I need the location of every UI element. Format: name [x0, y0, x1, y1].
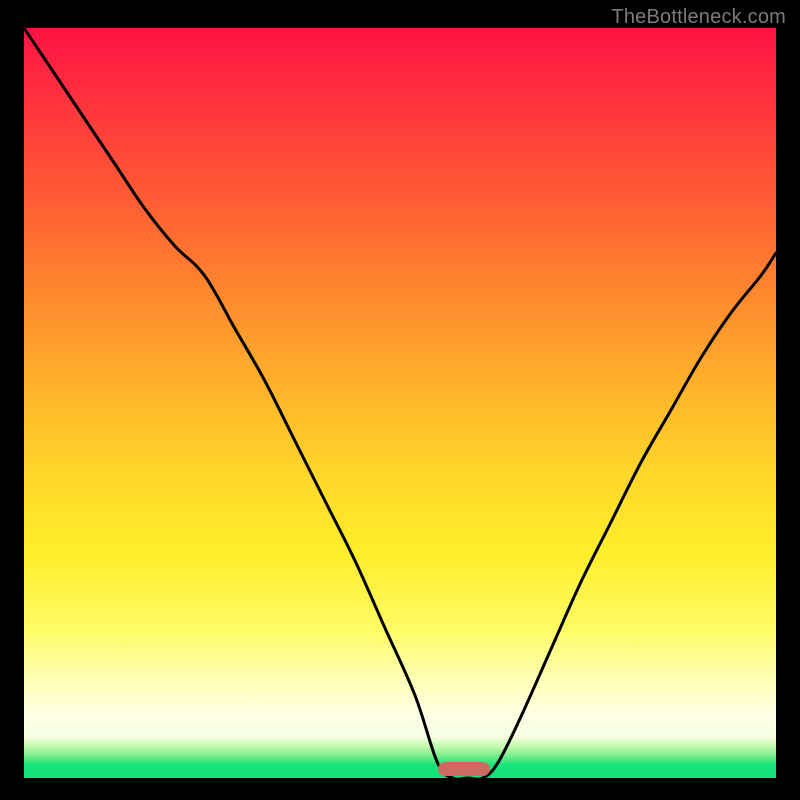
optimal-range-marker: [438, 762, 491, 776]
chart-frame: TheBottleneck.com: [0, 0, 800, 800]
plot-area: [24, 28, 776, 778]
watermark-text: TheBottleneck.com: [611, 6, 786, 29]
bottleneck-curve: [24, 28, 776, 778]
curve-svg: [24, 28, 776, 778]
